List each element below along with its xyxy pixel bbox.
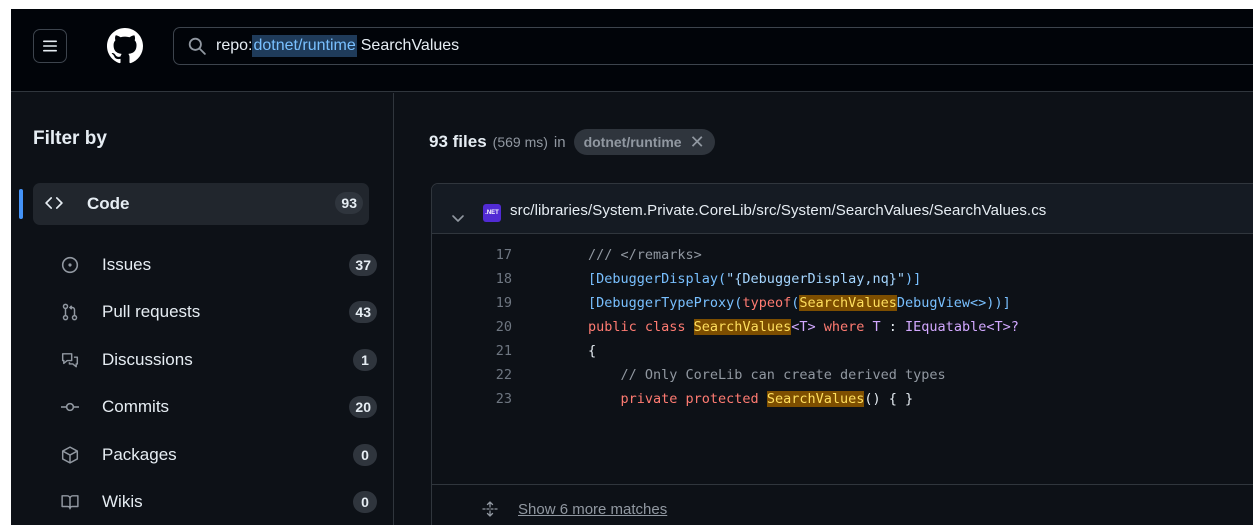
results-summary: 93 files (569 ms) in dotnet/runtime ✕ [429,129,715,155]
unfold-icon [482,501,498,517]
code-icon [45,197,63,209]
result-card: .NET src/libraries/System.Private.CoreLi… [431,183,1253,525]
sidebar-item-issues[interactable]: Issues 37 [47,245,383,285]
git-commit-icon [61,402,79,412]
results-count: 93 files [429,132,487,151]
sidebar-item-code[interactable]: Code 93 [19,183,369,225]
sidebar-item-packages[interactable]: Packages 0 [47,435,383,475]
line-number[interactable]: 19 [472,295,512,311]
dotnet-logo-icon: .NET [483,204,501,222]
results-in-label: in [553,133,566,151]
count-badge: 0 [353,491,377,513]
comment-discussion-icon [61,353,79,368]
line-number[interactable]: 22 [472,367,512,383]
repo-pill-label: dotnet/runtime [583,134,682,150]
global-header: repo: dotnet/runtime SearchValues [11,9,1253,92]
line-number[interactable]: 18 [472,271,512,287]
code-line: 21 { [432,339,1253,363]
code-line: 22 // Only CoreLib can create derived ty… [432,363,1253,387]
code-text: { [588,343,597,359]
sidebar-item-pull-requests[interactable]: Pull requests 43 [47,292,383,332]
hamburger-icon [43,40,57,52]
book-icon [61,495,79,510]
result-card-header: .NET src/libraries/System.Private.CoreLi… [432,184,1253,234]
code-snippet: 17 /// </remarks> 18 [DebuggerDisplay("{… [432,235,1253,465]
issue-opened-icon [61,256,79,274]
line-number[interactable]: 21 [472,343,512,359]
close-icon[interactable]: ✕ [690,132,705,153]
filter-title: Filter by [33,128,107,149]
package-icon [61,446,79,464]
code-line: 20 public class SearchValues<T> where T … [432,315,1253,339]
results-time: (569 ms) [492,134,548,150]
count-badge: 37 [349,254,377,276]
results-pane: 93 files (569 ms) in dotnet/runtime ✕ .N… [395,93,1253,525]
count-badge: 43 [349,301,377,323]
search-icon [188,37,206,55]
line-number[interactable]: 20 [472,319,512,335]
code-text: public class SearchValues<T> where T : I… [588,319,1019,335]
code-text: // Only CoreLib can create derived types [588,367,946,383]
repo-filter-pill[interactable]: dotnet/runtime ✕ [573,129,715,155]
sidebar-item-label: Packages [102,445,177,464]
count-badge: 1 [353,349,377,371]
line-number[interactable]: 17 [472,247,512,263]
search-qualifier: repo: [216,37,253,54]
code-line: 18 [DebuggerDisplay("{DebuggerDisplay,nq… [432,267,1253,291]
show-more-row: Show 6 more matches [432,484,1253,525]
line-number[interactable]: 23 [472,391,512,407]
code-line: 17 /// </remarks> [432,243,1253,267]
sidebar-item-label: Commits [102,397,170,416]
search-repo-token: dotnet/runtime [252,35,357,57]
git-pull-request-icon [62,303,78,321]
app-frame: repo: dotnet/runtime SearchValues Filter… [11,9,1253,525]
count-badge: 20 [349,396,377,418]
sidebar-item-label: Issues [102,255,152,274]
chevron-down-icon[interactable] [450,210,466,226]
code-text: /// </remarks> [588,247,702,263]
code-text: private protected SearchValues() { } [620,391,914,407]
code-line: 19 [DebuggerTypeProxy(typeof(SearchValue… [432,291,1253,315]
file-path-link[interactable]: src/libraries/System.Private.CoreLib/src… [510,202,1046,219]
sidebar-item-label: Pull requests [102,302,201,321]
sidebar-item-label: Discussions [102,350,193,369]
count-badge: 0 [353,444,377,466]
sidebar-item-commits[interactable]: Commits 20 [47,387,383,427]
count-badge: 93 [335,192,363,214]
code-text: [DebuggerDisplay("{DebuggerDisplay,nq}")… [588,271,922,287]
menu-button[interactable] [33,29,67,63]
show-more-matches-link[interactable]: Show 6 more matches [518,501,667,518]
sidebar-item-wikis[interactable]: Wikis 0 [47,482,383,522]
filter-sidebar: Filter by Code 93 Issues 37 Pull request… [11,93,394,525]
sidebar-item-label: Code [87,194,130,213]
code-line: 23 private protected SearchValues() { } [432,387,1253,411]
code-text: [DebuggerTypeProxy(typeof(SearchValuesDe… [588,295,1011,311]
search-term: SearchValues [360,37,460,54]
sidebar-item-label: Wikis [102,492,143,511]
github-logo-icon[interactable] [107,28,143,64]
sidebar-item-discussions[interactable]: Discussions 1 [47,340,383,380]
search-input[interactable]: repo: dotnet/runtime SearchValues [173,27,1253,65]
selected-indicator [19,189,23,219]
